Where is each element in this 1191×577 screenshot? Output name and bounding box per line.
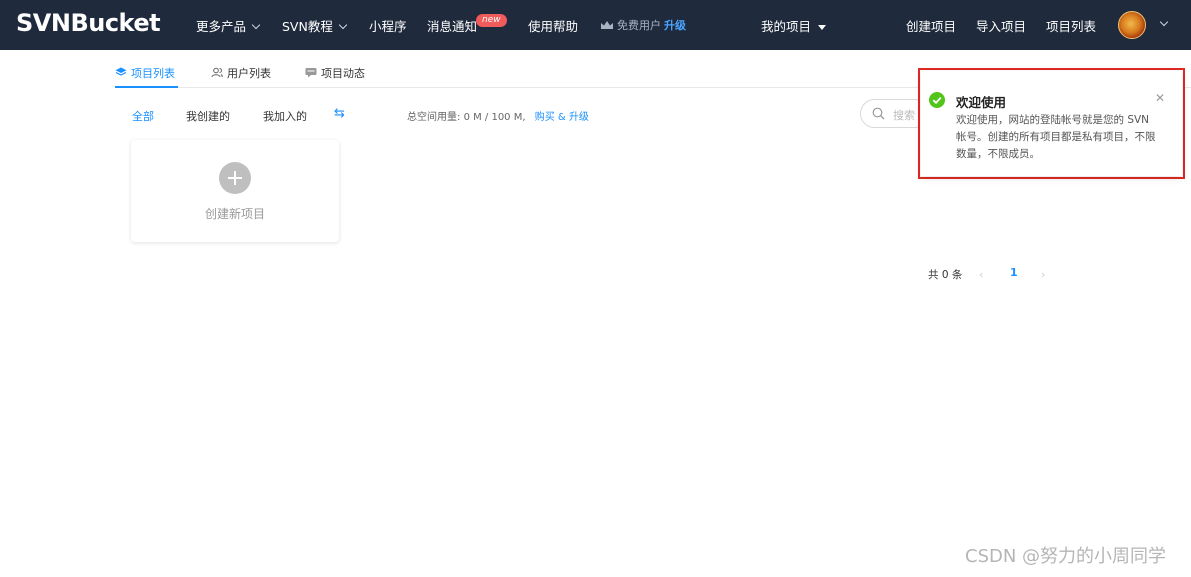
chevron-right-icon[interactable]: › bbox=[1041, 268, 1045, 281]
nav-svn-tutorial-label: SVN教程 bbox=[282, 19, 333, 34]
free-user-status: 免费用户 升级 bbox=[600, 17, 686, 33]
tab-project-list-label: 项目列表 bbox=[131, 67, 175, 80]
avatar[interactable] bbox=[1118, 11, 1146, 39]
swap-icon[interactable]: ⇆ bbox=[334, 106, 345, 121]
notification-title: 欢迎使用 bbox=[956, 95, 1007, 110]
nav-project-list[interactable]: 项目列表 bbox=[1046, 16, 1096, 35]
pagination-total: 共 0 条 bbox=[928, 269, 963, 281]
tab-project-activity[interactable]: 项目动态 bbox=[305, 65, 365, 81]
filter-all[interactable]: 全部 bbox=[132, 108, 154, 124]
filter-joined[interactable]: 我加入的 bbox=[263, 108, 307, 124]
layers-icon bbox=[115, 67, 127, 76]
close-icon[interactable]: ✕ bbox=[1155, 91, 1165, 105]
caret-down-icon bbox=[818, 25, 827, 30]
chevron-left-icon[interactable]: ‹ bbox=[979, 268, 983, 281]
storage-usage: 总空间用量: 0 M / 100 M, 购买 & 升级 bbox=[407, 108, 589, 123]
nav-create-project[interactable]: 创建项目 bbox=[906, 16, 956, 35]
top-navbar: SVNBucket 更多产品 SVN教程 小程序 消息通知 new 使用帮助 免… bbox=[0, 0, 1191, 50]
create-project-card[interactable]: 创建新项目 bbox=[131, 140, 339, 242]
crown-icon bbox=[601, 21, 613, 29]
filter-created[interactable]: 我创建的 bbox=[186, 108, 230, 124]
search-icon bbox=[872, 107, 885, 120]
create-project-label: 创建新项目 bbox=[204, 207, 265, 221]
nav-my-projects-label: 我的项目 bbox=[761, 19, 812, 34]
nav-mini-program[interactable]: 小程序 bbox=[369, 16, 407, 35]
tab-user-list[interactable]: 用户列表 bbox=[211, 65, 271, 81]
free-user-label: 免费用户 bbox=[617, 19, 661, 32]
plus-circle-icon bbox=[219, 162, 251, 194]
nav-svn-tutorial[interactable]: SVN教程 bbox=[282, 16, 348, 35]
notification-body: 欢迎使用，网站的登陆帐号就是您的 SVN 帐号。创建的所有项目都是私有项目，不限… bbox=[956, 114, 1156, 160]
upgrade-link[interactable]: 升级 bbox=[664, 19, 686, 32]
nav-more-products[interactable]: 更多产品 bbox=[196, 16, 261, 35]
chevron-down-icon[interactable] bbox=[1159, 17, 1169, 27]
chevron-down-icon bbox=[251, 20, 261, 30]
chevron-down-icon bbox=[338, 20, 348, 30]
watermark: CSDN @努力的小周同学 bbox=[965, 546, 1167, 567]
storage-value: 0 M / 100 M, bbox=[463, 112, 526, 123]
search-placeholder: 搜索 bbox=[893, 109, 915, 122]
buy-upgrade-link[interactable]: 购买 & 升级 bbox=[535, 112, 589, 123]
new-badge: new bbox=[476, 14, 507, 27]
nav-help[interactable]: 使用帮助 bbox=[528, 16, 578, 35]
storage-label: 总空间用量: bbox=[407, 112, 461, 123]
active-tab-indicator bbox=[115, 86, 178, 88]
tab-project-list[interactable]: 项目列表 bbox=[115, 65, 175, 81]
nav-more-products-label: 更多产品 bbox=[196, 19, 247, 34]
tab-user-list-label: 用户列表 bbox=[227, 67, 271, 80]
logo[interactable]: SVNBucket bbox=[16, 9, 161, 37]
pagination-page[interactable]: 1 bbox=[1010, 266, 1018, 279]
notification-panel: 欢迎使用 欢迎使用，网站的登陆帐号就是您的 SVN 帐号。创建的所有项目都是私有… bbox=[921, 71, 1182, 176]
users-icon bbox=[211, 67, 223, 78]
message-icon bbox=[305, 68, 317, 78]
tab-project-activity-label: 项目动态 bbox=[321, 67, 365, 80]
nav-messages[interactable]: 消息通知 bbox=[427, 16, 477, 35]
nav-import-project[interactable]: 导入项目 bbox=[976, 16, 1026, 35]
check-circle-icon bbox=[929, 92, 945, 108]
nav-my-projects[interactable]: 我的项目 bbox=[761, 16, 827, 35]
welcome-notification: 欢迎使用 欢迎使用，网站的登陆帐号就是您的 SVN 帐号。创建的所有项目都是私有… bbox=[918, 68, 1185, 179]
